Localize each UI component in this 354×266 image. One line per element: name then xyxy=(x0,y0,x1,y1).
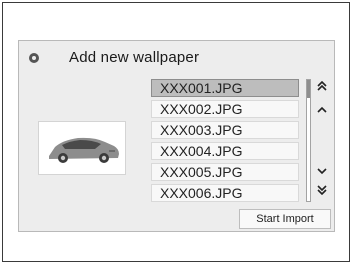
chevron-down-icon[interactable] xyxy=(315,165,329,179)
file-list[interactable]: XXX001.JPG XXX002.JPG XXX003.JPG XXX004.… xyxy=(151,79,299,205)
file-item[interactable]: XXX005.JPG xyxy=(151,163,299,181)
file-item[interactable]: XXX004.JPG xyxy=(151,142,299,160)
file-item[interactable]: XXX006.JPG xyxy=(151,184,299,202)
file-item[interactable]: XXX003.JPG xyxy=(151,121,299,139)
file-item[interactable]: XXX001.JPG xyxy=(151,79,299,97)
dialog-title: Add new wallpaper xyxy=(69,49,200,66)
double-chevron-up-icon[interactable] xyxy=(315,80,329,95)
dialog-header: Add new wallpaper xyxy=(19,41,334,77)
scrollbar-thumb[interactable] xyxy=(307,80,310,98)
wallpaper-preview xyxy=(38,121,126,175)
scrollbar-track[interactable] xyxy=(306,79,311,202)
file-item[interactable]: XXX002.JPG xyxy=(151,100,299,118)
double-chevron-down-icon[interactable] xyxy=(315,183,329,197)
car-thumbnail xyxy=(49,137,119,163)
wallpaper-dialog: Add new wallpaper XXX001.JPG XXX002.JPG … xyxy=(18,40,335,232)
chevron-up-icon[interactable] xyxy=(315,104,329,118)
start-import-button[interactable]: Start Import xyxy=(239,209,331,229)
gear-icon xyxy=(29,53,39,63)
